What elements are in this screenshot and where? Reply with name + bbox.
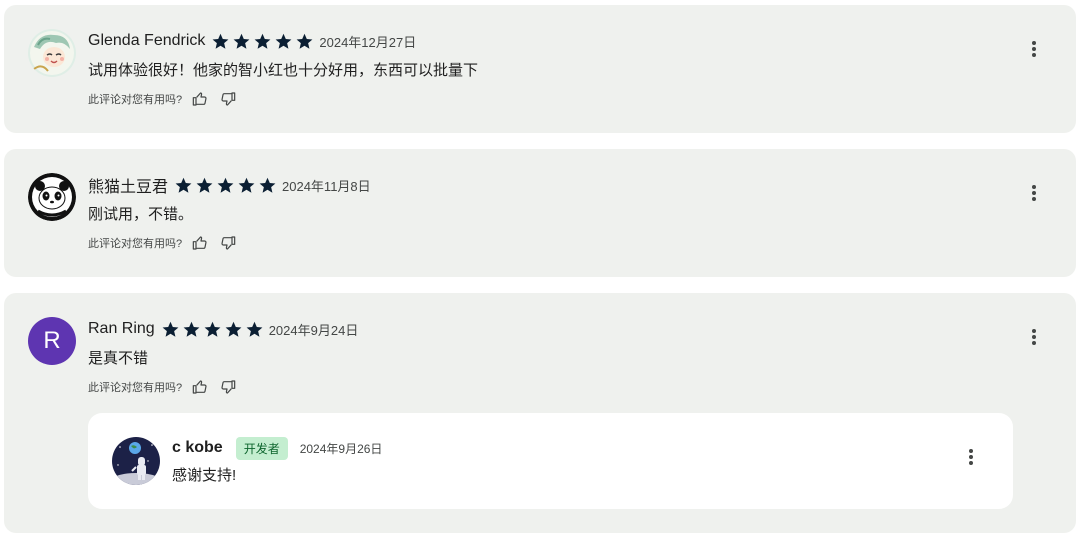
review-header: Ran Ring 2024年9月24日 bbox=[88, 318, 358, 340]
review-text: 试用体验很好！他家的智小红也十分好用，东西可以批量下 bbox=[88, 62, 479, 79]
star-icon bbox=[232, 32, 251, 51]
developer-avatar bbox=[112, 437, 160, 485]
star-icon bbox=[195, 176, 214, 195]
star-icon bbox=[182, 320, 201, 339]
avatar: R bbox=[28, 317, 76, 365]
author-name: 熊猫土豆君 bbox=[88, 179, 169, 196]
star-icon bbox=[224, 320, 243, 339]
developer-badge: 开发者 bbox=[235, 436, 288, 460]
review-text: 是真不错 bbox=[88, 350, 149, 367]
helpful-row: 此评论对您有用吗? bbox=[88, 89, 238, 109]
thumbs-up-icon[interactable] bbox=[190, 89, 210, 109]
review-card: R Ran Ring 2024年9月24日 是真不错 此评论对您有用吗? c k… bbox=[4, 293, 1076, 533]
helpful-question: 此评论对您有用吗? bbox=[88, 382, 183, 394]
helpful-question: 此评论对您有用吗? bbox=[88, 238, 183, 250]
star-rating bbox=[211, 32, 316, 51]
star-icon bbox=[253, 32, 272, 51]
star-rating bbox=[174, 176, 279, 195]
thumbs-down-icon[interactable] bbox=[218, 377, 238, 397]
star-icon bbox=[258, 176, 277, 195]
review-card: 熊猫土豆君 2024年11月8日 刚试用，不错。 此评论对您有用吗? bbox=[4, 149, 1076, 277]
thumbs-down-icon[interactable] bbox=[218, 89, 238, 109]
review-date: 2024年11月8日 bbox=[282, 178, 371, 194]
author-name: Glenda Fendrick bbox=[88, 32, 206, 49]
developer-reply: c kobe 开发者 2024年9月26日 感谢支持! bbox=[88, 413, 1013, 509]
star-icon bbox=[245, 320, 264, 339]
star-icon bbox=[274, 32, 293, 51]
star-icon bbox=[216, 176, 235, 195]
more-options-icon[interactable] bbox=[1022, 37, 1046, 61]
avatar bbox=[28, 173, 76, 221]
star-icon bbox=[237, 176, 256, 195]
more-options-icon[interactable] bbox=[1022, 181, 1046, 205]
review-date: 2024年9月24日 bbox=[268, 322, 359, 338]
author-name: Ran Ring bbox=[88, 320, 155, 337]
helpful-question: 此评论对您有用吗? bbox=[88, 94, 183, 106]
developer-name: c kobe bbox=[172, 439, 223, 456]
review-header: Glenda Fendrick 2024年12月27日 bbox=[88, 30, 416, 52]
thumbs-down-icon[interactable] bbox=[218, 233, 238, 253]
star-rating bbox=[161, 320, 266, 339]
helpful-row: 此评论对您有用吗? bbox=[88, 377, 238, 397]
avatar bbox=[28, 29, 76, 77]
star-icon bbox=[203, 320, 222, 339]
helpful-row: 此评论对您有用吗? bbox=[88, 233, 238, 253]
review-text: 刚试用，不错。 bbox=[88, 206, 194, 223]
star-icon bbox=[211, 32, 230, 51]
reply-header: c kobe 开发者 2024年9月26日 bbox=[172, 436, 383, 460]
star-icon bbox=[174, 176, 193, 195]
review-date: 2024年12月27日 bbox=[319, 34, 417, 50]
thumbs-up-icon[interactable] bbox=[190, 233, 210, 253]
more-options-icon[interactable] bbox=[1022, 325, 1046, 349]
star-icon bbox=[295, 32, 314, 51]
reply-text: 感谢支持! bbox=[172, 467, 237, 484]
more-options-icon[interactable] bbox=[959, 445, 983, 469]
thumbs-up-icon[interactable] bbox=[190, 377, 210, 397]
reply-date: 2024年9月26日 bbox=[299, 441, 383, 456]
review-header: 熊猫土豆君 2024年11月8日 bbox=[88, 174, 371, 196]
star-icon bbox=[161, 320, 180, 339]
review-card: Glenda Fendrick 2024年12月27日 试用体验很好！他家的智小… bbox=[4, 5, 1076, 133]
